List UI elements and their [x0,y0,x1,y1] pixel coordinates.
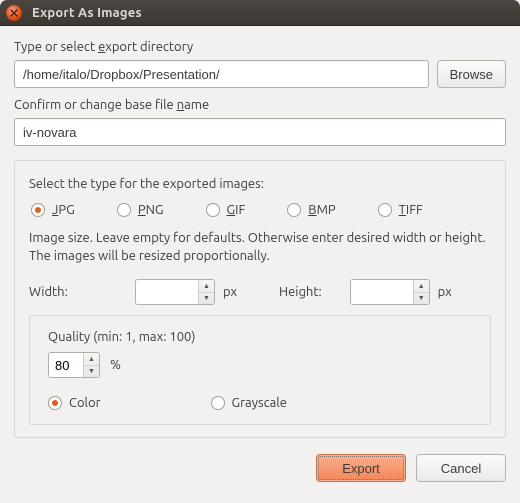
titlebar: Export As Images [0,0,520,26]
height-label: Height: [279,285,322,299]
type-radio-tiff[interactable]: TIFF [378,203,423,217]
percent-label: % [110,358,121,372]
height-up-icon[interactable]: ▲ [414,280,429,293]
type-radio-bmp[interactable]: BMP [287,203,335,217]
quality-input[interactable] [49,353,83,377]
height-down-icon[interactable]: ▼ [414,293,429,305]
color-radio-color[interactable]: Color [48,396,101,410]
cancel-button[interactable]: Cancel [416,454,506,482]
type-label: Select the type for the exported images: [29,177,491,191]
height-spinner[interactable]: ▲▼ [350,279,430,305]
window-title: Export As Images [32,6,142,20]
width-input[interactable] [136,280,198,304]
export-button[interactable]: Export [316,454,406,482]
quality-up-icon[interactable]: ▲ [84,353,99,366]
basename-label: Confirm or change base file name [14,98,506,112]
type-group: Select the type for the exported images:… [14,160,506,438]
px-label: px [223,285,237,299]
export-dir-label: Type or select export directory [14,40,506,54]
size-hint: Image size. Leave empty for defaults. Ot… [29,229,491,265]
width-spinner[interactable]: ▲▼ [135,279,215,305]
browse-button[interactable]: Browse [437,60,506,88]
dialog-content: Type or select export directory Browse C… [0,26,520,494]
width-label: Width: [29,285,99,299]
px-label-2: px [438,285,452,299]
width-up-icon[interactable]: ▲ [199,280,214,293]
width-down-icon[interactable]: ▼ [199,293,214,305]
type-radio-gif[interactable]: GIF [206,203,246,217]
export-dir-input[interactable] [14,60,429,88]
quality-down-icon[interactable]: ▼ [84,366,99,378]
close-icon[interactable] [6,5,22,21]
quality-spinner[interactable]: ▲▼ [48,352,100,378]
type-options: JPG PNG GIF BMP TIFF [29,197,491,227]
basename-input[interactable] [14,118,506,146]
size-row: Width: ▲▼ px Height: ▲▼ px [29,279,491,305]
type-radio-png[interactable]: PNG [117,203,164,217]
quality-label: Quality (min: 1, max: 100) [48,330,472,344]
type-radio-jpg[interactable]: JPG [31,203,75,217]
quality-group: Quality (min: 1, max: 100) ▲▼ % Color Gr… [29,315,491,425]
height-input[interactable] [351,280,413,304]
dialog-footer: Export Cancel [14,454,506,482]
color-radio-grayscale[interactable]: Grayscale [211,396,287,410]
